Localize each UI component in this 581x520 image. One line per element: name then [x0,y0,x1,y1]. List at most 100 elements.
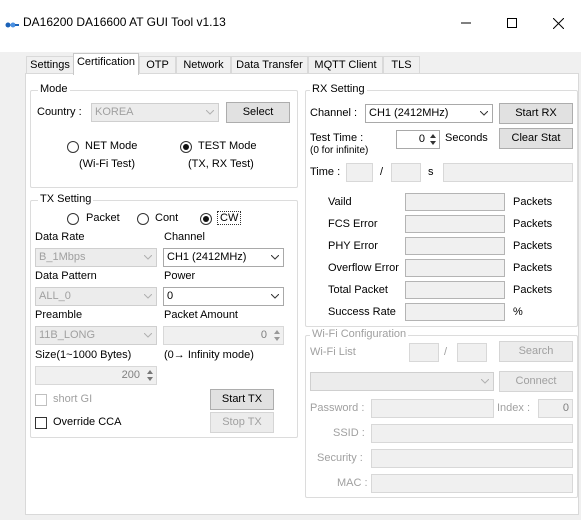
clear-stat-button[interactable]: Clear Stat [499,128,573,149]
data-pattern-label: Data Pattern [35,270,97,282]
seconds-label: Seconds [445,132,488,144]
index-label: Index : [497,402,531,414]
maximize-button[interactable] [489,8,535,38]
mac-label: MAC : [337,477,368,489]
preamble-label: Preamble [35,309,83,321]
stepper-arrows[interactable] [144,368,155,383]
tab-mqtt-client[interactable]: MQTT Client [308,56,383,74]
mode-group: Mode Country : KOREA Select NET Mode (Wi… [30,83,298,188]
data-rate-label: Data Rate [35,231,85,243]
close-button[interactable] [535,8,581,38]
tx-channel-select[interactable]: CH1 (2412MHz) [163,248,284,267]
chevron-down-icon [271,294,279,299]
close-icon [552,17,564,29]
stat-value-overflow-error [405,259,505,277]
index-field[interactable]: 0 [538,399,573,418]
wifi-configuration-group: Wi-Fi Configuration Wi-Fi List / Search … [305,328,578,498]
time-progress-field [443,163,573,182]
connect-button[interactable]: Connect [499,371,573,392]
short-gi-checkbox[interactable] [35,394,47,406]
infinity-note: (0→ Infinity mode) [164,349,254,361]
security-label: Security : [317,452,363,464]
ssid-field[interactable] [371,424,573,443]
cont-label: Cont [155,212,179,224]
tab-settings[interactable]: Settings [26,56,74,74]
chevron-down-icon [480,111,488,116]
ssid-label: SSID : [333,427,365,439]
app-logo-icon [5,22,19,28]
power-select[interactable]: 0 [163,287,284,306]
time-label: Time : [310,166,341,178]
time-unit-label: s [428,166,434,178]
tx-setting-title: TX Setting [38,193,94,205]
wifi-list-separator: / [444,346,448,358]
security-field[interactable] [371,449,573,468]
minimize-icon [461,22,471,24]
spin-down-icon [144,376,155,384]
tx-setting-group: TX Setting Packet Cont CW Data Rate Chan… [30,193,298,438]
rx-setting-group: RX Setting Channel : CH1 (2412MHz) Start… [305,83,578,327]
password-field[interactable] [371,399,494,418]
country-label: Country : [37,106,82,118]
wifi-network-select[interactable] [310,372,494,391]
test-time-label: Test Time : [310,132,364,144]
packet-radio[interactable] [67,213,79,225]
preamble-select[interactable]: 11B_LONG [35,326,157,345]
wifi-list-index-field [409,343,439,362]
size-stepper[interactable]: 200 [35,366,157,385]
stat-value-success-rate [405,303,505,321]
stat-label-phy-error: PHY Error [328,240,378,252]
title-bar: DA16200 DA16600 AT GUI Tool v1.13 [0,0,581,52]
cont-radio[interactable] [137,213,149,225]
mac-field[interactable] [371,474,573,493]
wifi-list-label: Wi-Fi List [310,346,356,358]
short-gi-label: short GI [53,393,93,405]
cw-radio[interactable] [200,213,212,225]
cw-label: CW [217,211,242,225]
rx-channel-label: Channel : [310,107,358,119]
chevron-down-icon [144,255,152,260]
minimize-button[interactable] [443,8,489,38]
test-mode-sub-label: (TX, RX Test) [188,158,254,170]
tab-tls[interactable]: TLS [383,56,420,74]
test-time-stepper[interactable]: 0 [396,130,440,149]
start-rx-button[interactable]: Start RX [499,103,573,124]
spin-down-icon [427,140,438,148]
select-country-button[interactable]: Select [226,102,290,123]
stat-unit-phy-error: Packets [513,240,553,252]
stat-unit-fcs-error: Packets [513,218,553,230]
chevron-down-icon [144,294,152,299]
data-pattern-select[interactable]: ALL_0 [35,287,157,306]
stat-label-valid: Vaild [328,196,352,208]
maximize-icon [507,18,517,28]
chevron-down-icon [481,379,489,384]
net-mode-radio[interactable] [67,141,79,153]
rx-channel-select[interactable]: CH1 (2412MHz) [365,104,493,123]
test-mode-radio[interactable] [180,141,192,153]
chevron-down-icon [271,255,279,260]
stat-label-overflow-error: Overflow Error [328,262,399,274]
stat-unit-overflow-error: Packets [513,262,553,274]
tab-otp[interactable]: OTP [139,56,176,74]
stat-label-success-rate: Success Rate [328,306,396,318]
stat-unit-success-rate: % [513,306,523,318]
tab-certification[interactable]: Certification [73,53,139,75]
stat-value-fcs-error [405,215,505,233]
stop-tx-button[interactable]: Stop TX [210,412,274,433]
time-separator: / [380,166,384,178]
search-button[interactable]: Search [499,341,573,362]
chevron-down-icon [206,110,214,115]
country-select[interactable]: KOREA [91,103,219,122]
packet-amount-label: Packet Amount [164,309,238,321]
data-rate-select[interactable]: B_1Mbps [35,248,157,267]
packet-amount-stepper[interactable]: 0 [163,326,284,345]
stepper-arrows[interactable] [427,132,438,147]
stepper-arrows[interactable] [271,328,282,343]
tab-data-transfer[interactable]: Data Transfer [231,56,308,74]
tab-network[interactable]: Network [176,56,231,74]
mode-group-title: Mode [38,83,70,95]
start-tx-button[interactable]: Start TX [210,389,274,410]
channel-label: Channel [164,231,205,243]
override-cca-checkbox[interactable] [35,417,47,429]
wifi-list-total-field [457,343,487,362]
